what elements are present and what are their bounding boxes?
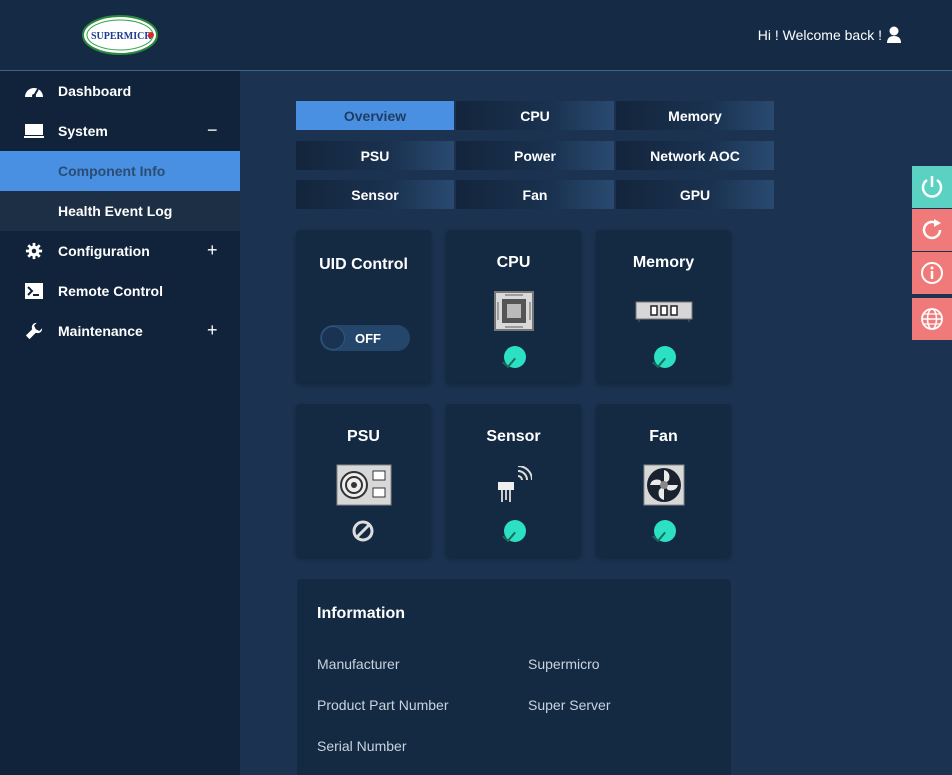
collapse-toggle[interactable]: − xyxy=(207,120,218,141)
tab-fan[interactable]: Fan xyxy=(456,180,614,209)
toggle-knob xyxy=(321,326,345,350)
tab-psu[interactable]: PSU xyxy=(296,141,454,170)
sidebar-item-label: Dashboard xyxy=(58,83,132,99)
information-panel: Information Manufacturer Supermicro Prod… xyxy=(297,579,731,775)
tab-cpu[interactable]: CPU xyxy=(456,101,614,130)
sidebar-item-label: Remote Control xyxy=(58,283,163,299)
memory-module-icon xyxy=(635,301,692,322)
tab-memory[interactable]: Memory xyxy=(616,101,774,130)
card-title: Sensor xyxy=(486,428,541,445)
status-ok-icon xyxy=(654,520,676,542)
tab-network-aoc[interactable]: Network AOC xyxy=(616,141,774,170)
tab-overview[interactable]: Overview xyxy=(296,101,454,130)
globe-icon xyxy=(921,308,943,330)
tab-gpu[interactable]: GPU xyxy=(616,180,774,209)
top-header: SUPERMICR Hi ! Welcome back ! xyxy=(0,0,952,71)
sidebar: Dashboard System − Component Info Health… xyxy=(0,71,240,775)
card-title: PSU xyxy=(347,428,380,445)
wrench-icon xyxy=(25,322,43,340)
sidebar-item-remote-control[interactable]: Remote Control xyxy=(0,271,240,311)
sidebar-item-label: Maintenance xyxy=(58,323,143,339)
status-ok-icon xyxy=(504,520,526,542)
welcome-message: Hi ! Welcome back ! xyxy=(757,27,882,43)
sidebar-item-maintenance[interactable]: Maintenance + xyxy=(0,311,240,351)
sensor-icon xyxy=(497,466,532,502)
not-available-icon xyxy=(352,520,374,542)
refresh-icon xyxy=(922,219,942,240)
supermicro-logo[interactable]: SUPERMICR xyxy=(82,15,158,55)
uid-toggle-switch[interactable]: OFF xyxy=(320,325,410,351)
memory-card[interactable]: Memory xyxy=(596,230,731,383)
card-title: Memory xyxy=(632,254,695,271)
info-key-product-part-number: Product Part Number xyxy=(317,697,449,713)
dashboard-gauge-icon xyxy=(25,88,43,98)
sidebar-item-system[interactable]: System − xyxy=(0,111,240,151)
info-value-manufacturer: Supermicro xyxy=(528,656,600,672)
status-ok-icon xyxy=(654,346,676,368)
information-title: Information xyxy=(317,605,405,622)
status-ok-icon xyxy=(504,346,526,368)
expand-toggle[interactable]: + xyxy=(207,240,218,261)
power-icon xyxy=(921,176,943,198)
sidebar-item-dashboard[interactable]: Dashboard xyxy=(0,71,240,111)
expand-toggle[interactable]: + xyxy=(207,320,218,341)
sidebar-item-component-info[interactable]: Component Info xyxy=(0,151,240,191)
sidebar-item-label: Component Info xyxy=(58,163,166,179)
tab-sensor[interactable]: Sensor xyxy=(296,180,454,209)
info-value-product-part-number: Super Server xyxy=(528,697,611,713)
language-button[interactable] xyxy=(912,298,952,340)
toggle-state: OFF xyxy=(355,331,381,346)
psu-card[interactable]: PSU xyxy=(296,404,431,557)
info-key-serial-number: Serial Number xyxy=(317,738,407,754)
card-title: Fan xyxy=(649,428,678,445)
user-icon[interactable] xyxy=(886,26,902,44)
info-key-manufacturer: Manufacturer xyxy=(317,656,400,672)
sidebar-item-label: System xyxy=(58,123,108,139)
psu-icon xyxy=(336,464,391,506)
uid-control-card: UID Control OFF xyxy=(296,230,431,383)
refresh-button[interactable] xyxy=(912,209,952,251)
sidebar-item-configuration[interactable]: Configuration + xyxy=(0,231,240,271)
card-title: UID Control xyxy=(319,256,408,273)
sensor-card[interactable]: Sensor xyxy=(446,404,581,557)
sidebar-item-label: Health Event Log xyxy=(58,203,173,219)
terminal-icon xyxy=(25,283,43,299)
card-title: CPU xyxy=(496,254,531,271)
power-button[interactable] xyxy=(912,166,952,208)
sidebar-item-label: Configuration xyxy=(58,243,150,259)
cpu-chip-icon xyxy=(493,291,534,331)
monitor-icon xyxy=(24,124,44,138)
tab-power[interactable]: Power xyxy=(456,141,614,170)
gear-icon xyxy=(25,242,43,260)
sidebar-item-health-event-log[interactable]: Health Event Log xyxy=(0,191,240,231)
info-button[interactable] xyxy=(912,252,952,294)
fan-icon xyxy=(643,464,684,506)
cpu-card[interactable]: CPU xyxy=(446,230,581,383)
fan-card[interactable]: Fan xyxy=(596,404,731,557)
info-icon xyxy=(921,262,943,284)
svg-text:SUPERMICR: SUPERMICR xyxy=(91,31,152,42)
